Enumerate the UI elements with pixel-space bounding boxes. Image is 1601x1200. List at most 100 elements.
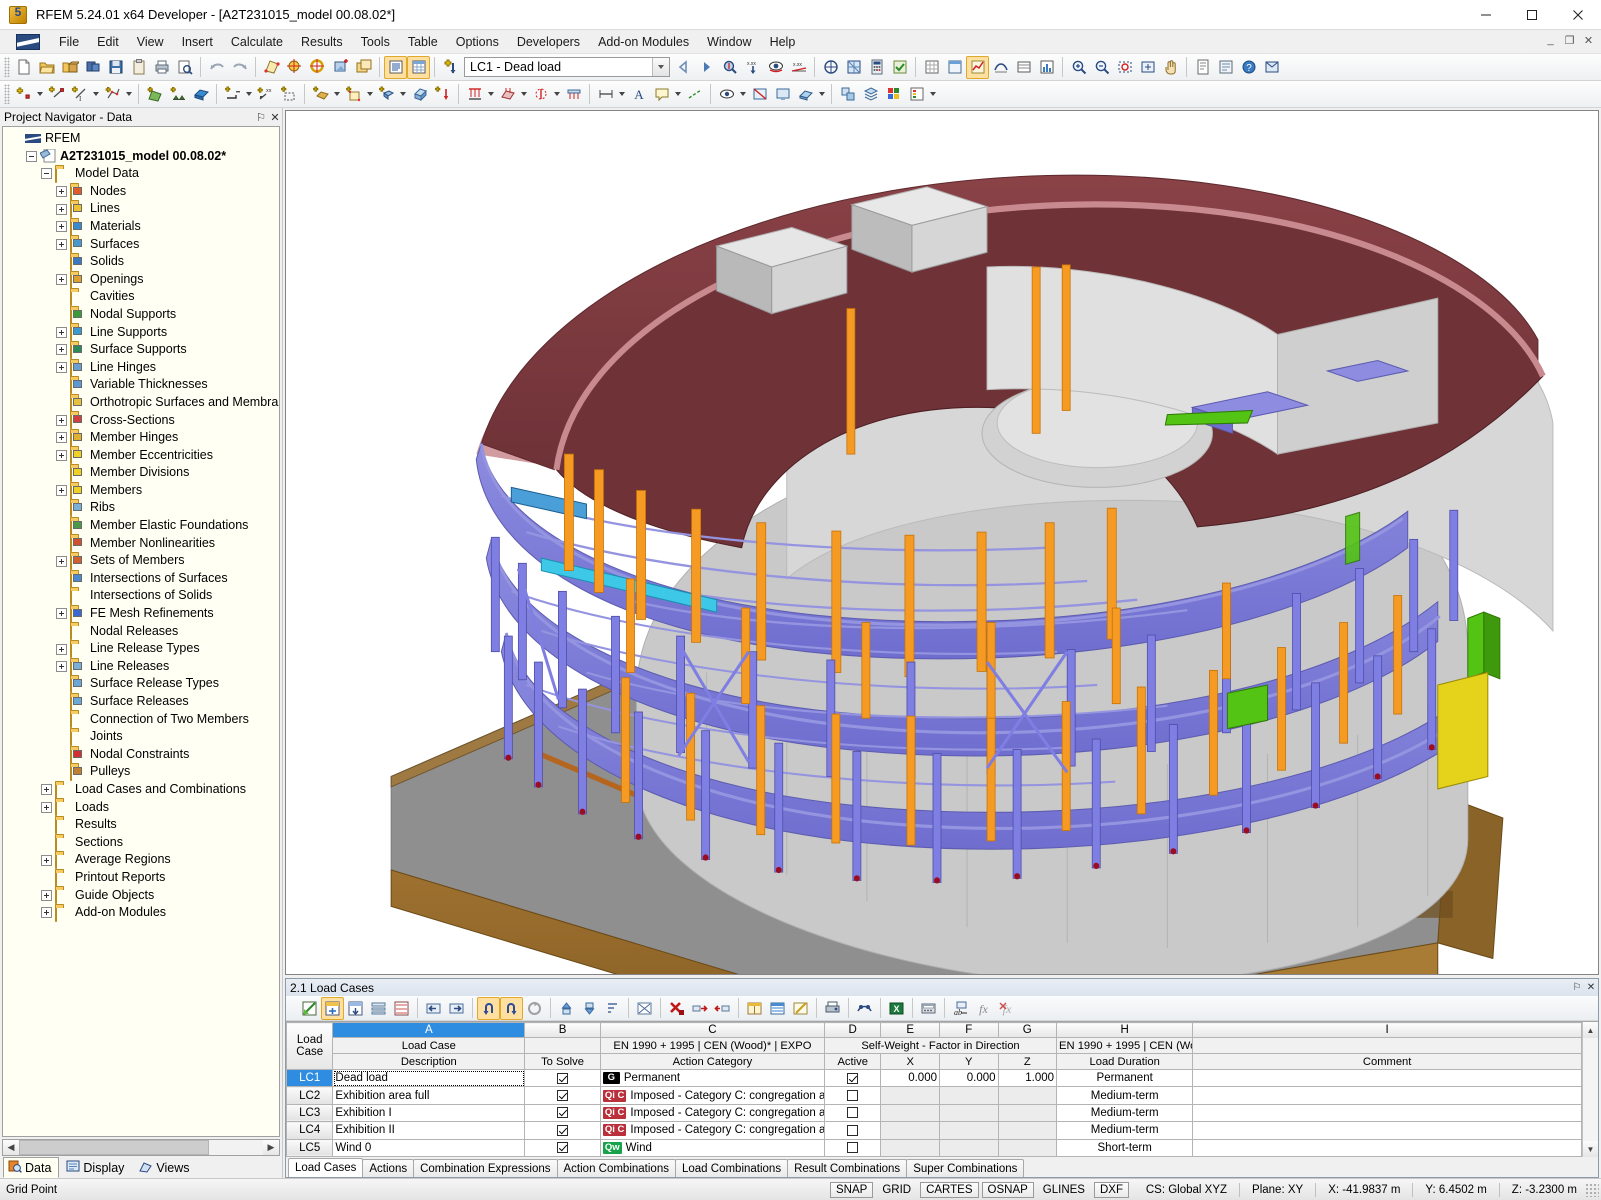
clipboard-icon[interactable] bbox=[127, 56, 150, 79]
member-load-icon[interactable] bbox=[562, 83, 585, 106]
navigator-horizontal-scrollbar[interactable]: ◀ ▶ bbox=[2, 1139, 280, 1156]
row-action-category[interactable]: G Permanent bbox=[599, 1068, 825, 1088]
tree-expander[interactable] bbox=[56, 326, 67, 338]
table-grid-container[interactable]: Load Case A B C D E F G H I Load Case EN 1990 + 1995… bbox=[286, 1021, 1598, 1157]
scroll-track[interactable] bbox=[19, 1140, 263, 1155]
info-icon[interactable] bbox=[1260, 56, 1283, 79]
tree-item-member-eccentricities[interactable]: Member Eccentricities bbox=[7, 447, 279, 465]
tree-item-materials[interactable]: Materials bbox=[7, 218, 279, 236]
member-xx-icon[interactable]: xx bbox=[254, 83, 277, 106]
row-factor-z[interactable] bbox=[997, 1138, 1058, 1157]
visibility-dropdown-arrow-icon[interactable] bbox=[738, 83, 748, 106]
status-toggle-snap[interactable]: SNAP bbox=[830, 1181, 874, 1198]
print-icon[interactable] bbox=[150, 56, 173, 79]
self-weight-active-checkbox[interactable] bbox=[847, 1107, 859, 1119]
mdi-close-button[interactable]: ✕ bbox=[1580, 32, 1597, 48]
visibility2-icon[interactable] bbox=[715, 83, 738, 106]
row-self-weight-active-cell[interactable] bbox=[823, 1068, 882, 1088]
cross-section-dropdown-arrow-icon[interactable] bbox=[398, 83, 408, 106]
tree-expander[interactable] bbox=[56, 274, 67, 286]
tree-item-loads[interactable]: Loads bbox=[7, 799, 279, 817]
zoom-window-icon[interactable] bbox=[1113, 56, 1136, 79]
menu-table[interactable]: Table bbox=[399, 32, 447, 52]
tree-item-nodes[interactable]: Nodes bbox=[7, 183, 279, 201]
row-comment[interactable] bbox=[1192, 1086, 1582, 1105]
row-action-category[interactable]: Qi C Imposed - Category C: congregation a… bbox=[599, 1103, 825, 1123]
toolbar-grip[interactable] bbox=[4, 84, 10, 104]
deformation-icon[interactable] bbox=[989, 56, 1012, 79]
row-factor-z[interactable] bbox=[997, 1121, 1058, 1140]
row-load-duration[interactable]: Short-term bbox=[1056, 1138, 1194, 1157]
row-factor-x[interactable]: 0.000 bbox=[880, 1068, 940, 1088]
tree-expander[interactable] bbox=[41, 784, 52, 796]
tree-item-load-cases-and-combinations[interactable]: Load Cases and Combinations bbox=[7, 781, 279, 799]
tree-item-surface-supports[interactable]: Surface Supports bbox=[7, 341, 279, 359]
row-comment[interactable] bbox=[1192, 1138, 1582, 1157]
menu-results[interactable]: Results bbox=[292, 32, 352, 52]
row-factor-x[interactable] bbox=[880, 1103, 940, 1123]
tree-item-member-hinges[interactable]: Member Hinges bbox=[7, 429, 279, 447]
tree-expander[interactable] bbox=[56, 238, 67, 250]
render-dropdown-arrow-icon[interactable] bbox=[817, 83, 827, 106]
tree-item-guide-objects[interactable]: Guide Objects bbox=[7, 887, 279, 905]
print-table-icon[interactable] bbox=[821, 997, 844, 1020]
scroll-right-icon[interactable]: ▶ bbox=[263, 1140, 279, 1155]
close-button[interactable] bbox=[1555, 0, 1601, 30]
grid2-icon[interactable] bbox=[943, 56, 966, 79]
tree-item-sets-of-members[interactable]: Sets of Members bbox=[7, 552, 279, 571]
tree-expander[interactable] bbox=[26, 150, 37, 162]
print-preview-icon[interactable] bbox=[173, 56, 196, 79]
row-load-duration[interactable]: Permanent bbox=[1056, 1068, 1194, 1088]
to-solve-checkbox[interactable] bbox=[557, 1072, 569, 1084]
zoom-out-icon[interactable] bbox=[1090, 56, 1113, 79]
model-viewport-3d[interactable] bbox=[285, 110, 1599, 975]
grid-icon[interactable] bbox=[920, 56, 943, 79]
table-row[interactable]: LC5 Wind 0 Qw Wind Short-term bbox=[286, 1138, 1582, 1157]
clear-formula-icon[interactable]: fx bbox=[995, 997, 1018, 1020]
menu-help[interactable]: Help bbox=[761, 32, 805, 52]
tree-item-intersections-of-surfaces[interactable]: Intersections of Surfaces bbox=[7, 570, 279, 588]
tree-item-member-nonlinearities[interactable]: Member Nonlinearities bbox=[7, 535, 279, 553]
tree-item-fe-mesh-refinements[interactable]: FE Mesh Refinements bbox=[7, 605, 279, 623]
status-toggle-cartes[interactable]: CARTES bbox=[920, 1181, 979, 1198]
row-factor-z[interactable] bbox=[997, 1086, 1058, 1105]
save-icon[interactable] bbox=[104, 56, 127, 79]
row-self-weight-active-cell[interactable] bbox=[823, 1086, 882, 1105]
mdi-restore-button[interactable]: ❐ bbox=[1561, 32, 1578, 48]
table-tab-result-combinations[interactable]: Result Combinations bbox=[787, 1159, 908, 1177]
row-load-case-id[interactable]: LC4 bbox=[286, 1121, 334, 1140]
scroll-track[interactable] bbox=[1583, 1038, 1598, 1141]
visibility-icon[interactable] bbox=[764, 56, 787, 79]
tree-expander[interactable] bbox=[56, 449, 67, 461]
row-load-case-id[interactable]: LC2 bbox=[286, 1086, 334, 1105]
node-icon[interactable] bbox=[12, 83, 35, 106]
open-package-icon[interactable] bbox=[58, 56, 81, 79]
row-load-duration[interactable]: Medium-term bbox=[1056, 1103, 1194, 1123]
row-load-case-id[interactable]: LC3 bbox=[286, 1103, 334, 1123]
table-tab-load-combinations[interactable]: Load Combinations bbox=[674, 1159, 789, 1177]
tree-expander[interactable] bbox=[56, 414, 67, 426]
tree-expander[interactable] bbox=[56, 362, 67, 374]
sort-icon[interactable] bbox=[601, 997, 624, 1020]
select-all-icon[interactable] bbox=[853, 997, 876, 1020]
table-row[interactable]: LC3 Exhibition I Qi C Imposed - Category C:… bbox=[286, 1103, 1582, 1123]
self-weight-active-checkbox[interactable] bbox=[847, 1072, 859, 1084]
row-to-solve-cell[interactable] bbox=[524, 1138, 601, 1157]
menu-developers[interactable]: Developers bbox=[508, 32, 589, 52]
row-factor-y[interactable]: 0.000 bbox=[938, 1068, 999, 1088]
legend-icon[interactable] bbox=[905, 83, 928, 106]
row-factor-y[interactable] bbox=[938, 1138, 999, 1157]
row-description[interactable]: Dead load bbox=[332, 1068, 526, 1088]
table-row[interactable]: LC2 Exhibition area full Qi C Imposed - Cat… bbox=[286, 1086, 1582, 1105]
menu-options[interactable]: Options bbox=[447, 32, 508, 52]
row-load-case-id[interactable]: LC5 bbox=[286, 1138, 334, 1157]
next-lc-icon[interactable] bbox=[695, 56, 718, 79]
menu-tools[interactable]: Tools bbox=[352, 32, 399, 52]
tree-item-surfaces[interactable]: Surfaces bbox=[7, 236, 279, 254]
line-load-icon[interactable] bbox=[463, 83, 486, 106]
row-factor-x[interactable] bbox=[880, 1138, 940, 1157]
tree-item-openings[interactable]: Openings bbox=[7, 271, 279, 289]
select-add-icon[interactable] bbox=[329, 56, 352, 79]
print-report-icon[interactable] bbox=[1191, 56, 1214, 79]
tree-item-nodal-releases[interactable]: Nodal Releases bbox=[7, 623, 279, 641]
